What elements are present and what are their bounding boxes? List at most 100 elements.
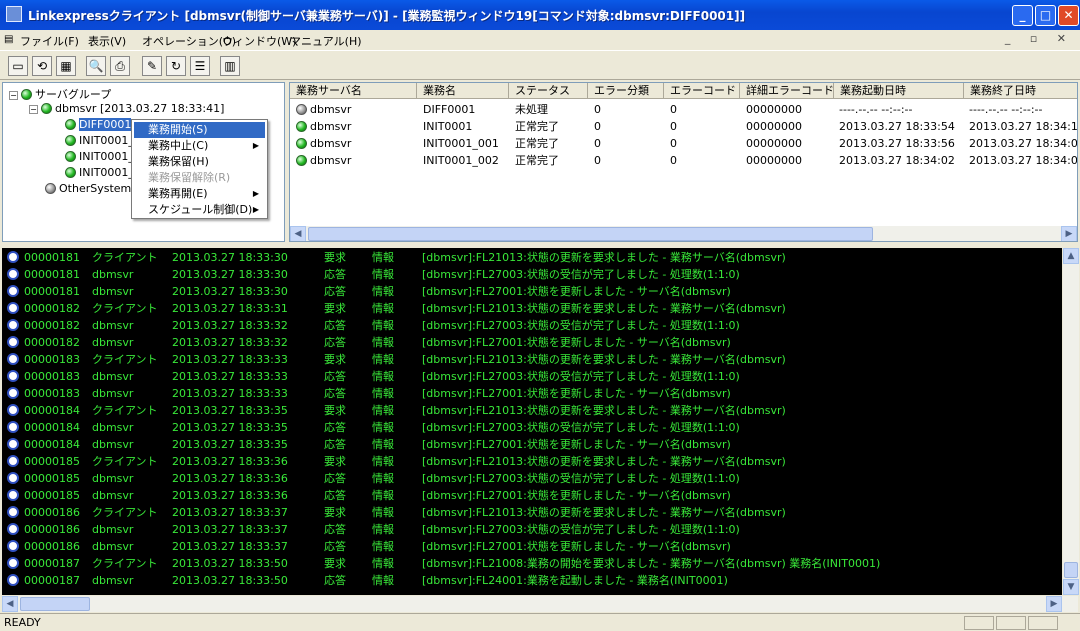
grid-row[interactable]: dbmsvr INIT0001_002 正常完了 0 0 00000000 2013.03.… xyxy=(290,152,1078,169)
scroll-right-button[interactable]: ▶ xyxy=(1046,596,1062,612)
log-row[interactable]: 00000184 dbmsvr 2013.03.27 18:33:35 応答 情報 [db… xyxy=(2,436,1062,453)
mdi-window-controls[interactable]: _ ▫ ✕ xyxy=(1005,32,1074,45)
menu-file[interactable]: ファイル(F) xyxy=(20,33,79,49)
context-menu-item[interactable]: 業務保留(H) xyxy=(134,154,265,170)
scroll-thumb[interactable] xyxy=(20,597,90,611)
log-cell: 情報 xyxy=(372,455,394,468)
log-cell: 2013.03.27 18:33:35 xyxy=(172,421,288,434)
log-row[interactable]: 00000181 dbmsvr 2013.03.27 18:33:30 応答 情報 [db… xyxy=(2,283,1062,300)
collapse-icon[interactable]: − xyxy=(9,91,18,100)
scroll-down-button[interactable]: ▼ xyxy=(1063,579,1079,595)
log-cell: 00000183 xyxy=(24,370,80,383)
log-cell: [dbmsvr]:FL27001:状態を更新しました - サーバ名(dbmsvr… xyxy=(422,285,731,298)
column-header[interactable]: 業務終了日時 xyxy=(964,83,1077,99)
toolbar: ▭ ⟲ ▦ 🔍 ⎙ ✎ ↻ ☰ ▥ xyxy=(0,50,1080,80)
close-button[interactable]: ✕ xyxy=(1058,5,1079,26)
context-menu-item-label: 業務保留(H) xyxy=(148,155,209,168)
log-row[interactable]: 00000186 dbmsvr 2013.03.27 18:33:37 応答 情報 [db… xyxy=(2,521,1062,538)
column-header[interactable]: ステータス xyxy=(509,83,588,99)
log-cell: [dbmsvr]:FL24001:業務を起動しました - 業務名(INIT000… xyxy=(422,574,728,587)
log-cell: 2013.03.27 18:33:37 xyxy=(172,523,288,536)
context-menu-item[interactable]: 業務保留解除(R) xyxy=(134,170,265,186)
grid-cell: ----.--.-- --:--:-- xyxy=(839,103,913,116)
context-menu-item[interactable]: 業務中止(C) ▶ xyxy=(134,138,265,154)
collapse-icon[interactable]: − xyxy=(29,105,38,114)
status-text: READY xyxy=(4,616,41,629)
tree-node-job[interactable]: INIT0001_ xyxy=(65,150,134,163)
log-cell: [dbmsvr]:FL27001:状態を更新しました - サーバ名(dbmsvr… xyxy=(422,540,731,553)
log-vertical-scrollbar[interactable]: ▲ ▼ xyxy=(1063,248,1079,595)
menu-window[interactable]: ウィンドウ(W) xyxy=(222,33,296,49)
scroll-left-button[interactable]: ◀ xyxy=(290,226,306,241)
grid-cell: 0 xyxy=(670,120,677,133)
context-menu-item[interactable]: 業務開始(S) xyxy=(134,122,265,138)
column-header[interactable]: 業務起動日時 xyxy=(834,83,964,99)
context-menu-item[interactable]: スケジュール制御(D) ▶ xyxy=(134,202,265,218)
log-row[interactable]: 00000183 dbmsvr 2013.03.27 18:33:33 応答 情報 [db… xyxy=(2,385,1062,402)
menu-view[interactable]: 表示(V) xyxy=(88,33,126,49)
window-icon[interactable]: ▭ xyxy=(8,56,28,76)
log-row[interactable]: 00000185 dbmsvr 2013.03.27 18:33:36 応答 情報 [db… xyxy=(2,470,1062,487)
print-icon[interactable]: ⎙ xyxy=(110,56,130,76)
scroll-thumb[interactable] xyxy=(308,227,873,241)
log-row[interactable]: 00000184 クライアント 2013.03.27 18:33:35 要求 情報 [db… xyxy=(2,402,1062,419)
log-cell: 情報 xyxy=(372,421,394,434)
tree-node-server-group[interactable]: − サーバグループ xyxy=(9,86,111,102)
tree-node-job[interactable]: INIT0001_ xyxy=(65,166,134,179)
tree-node-server[interactable]: − dbmsvr [2013.03.27 18:33:41] xyxy=(29,102,224,115)
grid-horizontal-scrollbar[interactable]: ◀ ▶ xyxy=(290,226,1077,241)
tree-node-job[interactable]: DIFF0001 xyxy=(65,118,132,131)
cycle-icon[interactable]: ↻ xyxy=(166,56,186,76)
column-header[interactable]: 業務サーバ名 xyxy=(290,83,417,99)
scroll-right-button[interactable]: ▶ xyxy=(1061,226,1077,241)
log-row[interactable]: 00000184 dbmsvr 2013.03.27 18:33:35 応答 情報 [db… xyxy=(2,419,1062,436)
tree-node-other-system[interactable]: OtherSystem xyxy=(45,182,131,195)
grid-row[interactable]: dbmsvr INIT0001 正常完了 0 0 00000000 2013.03.27 1… xyxy=(290,118,1077,135)
log-row[interactable]: 00000181 クライアント 2013.03.27 18:33:30 要求 情報 [db… xyxy=(2,249,1062,266)
log-row[interactable]: 00000182 dbmsvr 2013.03.27 18:33:32 応答 情報 [db… xyxy=(2,317,1062,334)
log-row[interactable]: 00000183 dbmsvr 2013.03.27 18:33:33 応答 情報 [db… xyxy=(2,368,1062,385)
log-cell: 情報 xyxy=(372,404,394,417)
column-header[interactable]: 詳細エラーコード xyxy=(740,83,834,99)
edit-icon[interactable]: ✎ xyxy=(142,56,162,76)
log-cell: dbmsvr xyxy=(92,523,134,536)
grid-row[interactable]: dbmsvr INIT0001_001 正常完了 0 0 00000000 2013.03.… xyxy=(290,135,1077,152)
log-cell: dbmsvr xyxy=(92,472,134,485)
tree-node-job[interactable]: INIT0001_ xyxy=(65,134,134,147)
log-row[interactable]: 00000182 dbmsvr 2013.03.27 18:33:32 応答 情報 [db… xyxy=(2,334,1062,351)
log-row[interactable]: 00000187 dbmsvr 2013.03.27 18:33:50 応答 情報 [db… xyxy=(2,572,1062,589)
scroll-left-button[interactable]: ◀ xyxy=(2,596,18,612)
scroll-thumb[interactable] xyxy=(1064,562,1078,578)
log-cell: 情報 xyxy=(372,319,394,332)
log-cell: 応答 xyxy=(324,574,346,587)
minimize-button[interactable]: _ xyxy=(1012,5,1033,26)
grid-row[interactable]: dbmsvr DIFF0001 未処理 0 0 00000000 ----.--.-- --… xyxy=(290,101,1077,118)
list-icon[interactable]: ☰ xyxy=(190,56,210,76)
mdi-doc-icon[interactable]: ▤ xyxy=(4,34,13,45)
column-header[interactable]: エラー分類 xyxy=(588,83,664,99)
log-row[interactable]: 00000182 クライアント 2013.03.27 18:33:31 要求 情報 [db… xyxy=(2,300,1062,317)
refresh-icon[interactable]: ⟲ xyxy=(32,56,52,76)
grid-icon[interactable]: ▦ xyxy=(56,56,76,76)
maximize-button[interactable]: □ xyxy=(1035,5,1056,26)
grid-cell: 2013.03.27 18:34:06 xyxy=(969,154,1078,167)
log-row[interactable]: 00000185 dbmsvr 2013.03.27 18:33:36 応答 情報 [db… xyxy=(2,487,1062,504)
book-icon[interactable]: ▥ xyxy=(220,56,240,76)
log-row[interactable]: 00000183 クライアント 2013.03.27 18:33:33 要求 情報 [db… xyxy=(2,351,1062,368)
log-cell: 00000187 xyxy=(24,557,80,570)
scroll-up-button[interactable]: ▲ xyxy=(1063,248,1079,264)
log-row[interactable]: 00000186 dbmsvr 2013.03.27 18:33:37 応答 情報 [db… xyxy=(2,538,1062,555)
log-row[interactable]: 00000185 クライアント 2013.03.27 18:33:36 要求 情報 [db… xyxy=(2,453,1062,470)
log-row[interactable]: 00000181 dbmsvr 2013.03.27 18:33:30 応答 情報 [db… xyxy=(2,266,1062,283)
log-cell: 応答 xyxy=(324,421,346,434)
log-cell: 2013.03.27 18:33:35 xyxy=(172,404,288,417)
log-row[interactable]: 00000186 クライアント 2013.03.27 18:33:37 要求 情報 [db… xyxy=(2,504,1062,521)
context-menu-item[interactable]: 業務再開(E) ▶ xyxy=(134,186,265,202)
preview-icon[interactable]: 🔍 xyxy=(86,56,106,76)
log-cell: [dbmsvr]:FL21013:状態の更新を要求しました - 業務サーバ名(d… xyxy=(422,506,786,519)
column-header[interactable]: エラーコード xyxy=(664,83,740,99)
log-horizontal-scrollbar[interactable]: ◀ ▶ xyxy=(2,596,1078,612)
column-header[interactable]: 業務名 xyxy=(417,83,509,99)
log-row[interactable]: 00000187 クライアント 2013.03.27 18:33:50 要求 情報 [db… xyxy=(2,555,1062,572)
menu-manual[interactable]: マニュアル(H) xyxy=(290,33,362,49)
